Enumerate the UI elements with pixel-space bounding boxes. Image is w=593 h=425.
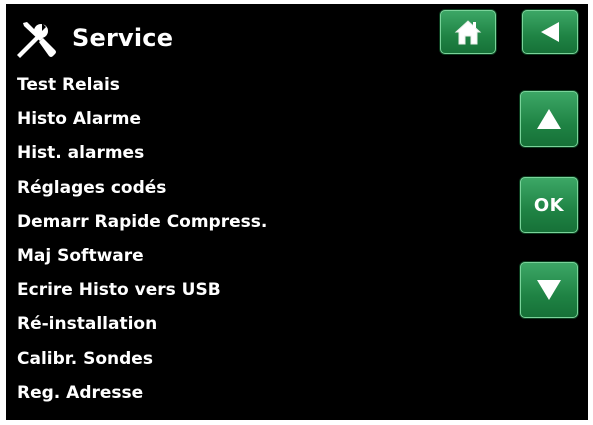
back-arrow-icon (541, 22, 559, 42)
up-arrow-icon (537, 109, 561, 129)
home-button[interactable] (440, 10, 496, 54)
home-icon (454, 20, 482, 45)
ok-label: OK (533, 194, 565, 216)
menu-item-histo-alarme[interactable]: Histo Alarme (17, 102, 267, 136)
menu-item-maj-software[interactable]: Maj Software (17, 239, 267, 273)
header: Service (6, 4, 588, 70)
scroll-down-button[interactable] (520, 262, 578, 318)
menu-item-ecrire-histo-usb[interactable]: Ecrire Histo vers USB (17, 273, 267, 307)
menu-item-calibr-sondes[interactable]: Calibr. Sondes (17, 342, 267, 376)
menu-item-test-relais[interactable]: Test Relais (17, 68, 267, 102)
menu-item-hist-alarmes[interactable]: Hist. alarmes (17, 136, 267, 170)
menu-item-re-installation[interactable]: Ré-installation (17, 307, 267, 341)
down-arrow-icon (537, 280, 561, 300)
menu-item-reglages-codes[interactable]: Réglages codés (17, 171, 267, 205)
ok-button[interactable]: OK (520, 177, 578, 233)
tools-icon (17, 22, 56, 58)
back-button[interactable] (522, 10, 578, 54)
service-screen: Service Test Relais Histo Alarme Hist. a… (6, 4, 588, 420)
menu-item-reg-adresse[interactable]: Reg. Adresse (17, 376, 267, 410)
service-menu: Test Relais Histo Alarme Hist. alarmes R… (17, 68, 267, 410)
page-title: Service (72, 24, 174, 52)
scroll-up-button[interactable] (520, 91, 578, 147)
menu-item-demarr-rapide-compress[interactable]: Demarr Rapide Compress. (17, 205, 267, 239)
